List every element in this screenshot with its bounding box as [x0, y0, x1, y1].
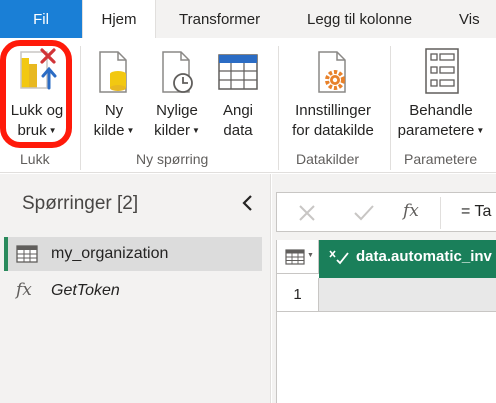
- data-grid: ▼ data.automatic_inv 1: [276, 240, 496, 403]
- fx-icon[interactable]: fx: [403, 201, 419, 221]
- group-separator: [80, 46, 81, 170]
- recent-sources-button[interactable]: Nylige kilder ▼: [148, 44, 206, 144]
- datasource-settings-label-2: for datakilde: [292, 122, 374, 139]
- formula-text[interactable]: = Ta: [461, 203, 491, 221]
- manage-parameters-label-2: parametere ▼: [397, 122, 485, 139]
- enter-data-label-2: data: [223, 122, 253, 139]
- recent-sources-label-2: kilder ▼: [154, 122, 200, 139]
- fx-icon: fx: [16, 280, 32, 300]
- chevron-left-icon[interactable]: [241, 194, 255, 212]
- datasource-settings-button[interactable]: Innstillinger for datakilde: [284, 44, 382, 144]
- new-source-button[interactable]: Ny kilde ▼: [86, 44, 142, 144]
- ribbon: Lukk og bruk ▼ Ny kilde ▼ Nylige kilder ▼: [0, 38, 496, 173]
- table-icon: [16, 245, 38, 263]
- type-any-icon: [329, 250, 349, 265]
- tab-file[interactable]: Fil: [0, 0, 82, 38]
- row-number: 1: [277, 278, 319, 312]
- manage-parameters-button[interactable]: Behandle parametere ▼: [394, 44, 488, 144]
- recent-sources-label-1: Nylige: [156, 102, 198, 119]
- queries-pane: Spørringer [2] my_organization fx GetTok…: [0, 174, 271, 403]
- chevron-down-icon: ▼: [126, 126, 135, 135]
- chevron-down-icon: ▼: [476, 126, 485, 135]
- column-header-label: data.automatic_inv: [356, 248, 492, 265]
- chevron-down-icon: ▼: [307, 252, 314, 259]
- table-icon: [218, 54, 258, 90]
- chevron-down-icon: ▼: [191, 126, 200, 135]
- manage-parameters-label-1: Behandle: [409, 102, 473, 119]
- group-label-new-query: Ny spørring: [136, 151, 209, 167]
- recent-sources-icon: [162, 51, 193, 93]
- group-separator: [390, 46, 391, 170]
- highlight-ring: [0, 40, 72, 148]
- confirm-icon[interactable]: [353, 203, 375, 223]
- formula-separator: [440, 197, 441, 229]
- tab-transform[interactable]: Transformer: [179, 0, 260, 38]
- column-header[interactable]: data.automatic_inv: [319, 240, 496, 274]
- query-item-gettoken[interactable]: fx GetToken: [4, 274, 262, 308]
- enter-data-button[interactable]: Angi data: [212, 44, 264, 144]
- enter-data-label-1: Angi: [222, 102, 254, 119]
- group-label-close: Lukk: [20, 151, 50, 167]
- new-source-icon: [99, 51, 127, 93]
- query-label: GetToken: [51, 282, 120, 299]
- parameters-icon: [425, 48, 459, 94]
- queries-pane-title: Spørringer [2]: [22, 193, 139, 214]
- new-source-label-2: kilde ▼: [93, 122, 135, 139]
- group-label-parameters: Parametere: [404, 151, 478, 167]
- table-cell[interactable]: [319, 278, 496, 312]
- table-icon: [285, 249, 305, 265]
- tab-view[interactable]: Vis: [459, 0, 480, 38]
- table-menu-button[interactable]: ▼: [277, 240, 319, 274]
- query-label: my_organization: [51, 245, 169, 262]
- tab-add-column[interactable]: Legg til kolonne: [307, 0, 412, 38]
- query-item-my-organization[interactable]: my_organization: [4, 237, 262, 271]
- settings-gear-icon: [318, 51, 346, 93]
- tab-home[interactable]: Hjem: [82, 0, 156, 39]
- new-source-label-1: Ny: [104, 102, 124, 119]
- datasource-settings-label-1: Innstillinger: [295, 102, 371, 119]
- cancel-icon[interactable]: [297, 203, 317, 223]
- group-separator: [278, 46, 279, 170]
- ribbon-tab-bar: Fil Hjem Transformer Legg til kolonne Vi…: [0, 0, 496, 39]
- formula-bar: fx = Ta: [276, 192, 496, 232]
- group-label-data-sources: Datakilder: [296, 151, 360, 167]
